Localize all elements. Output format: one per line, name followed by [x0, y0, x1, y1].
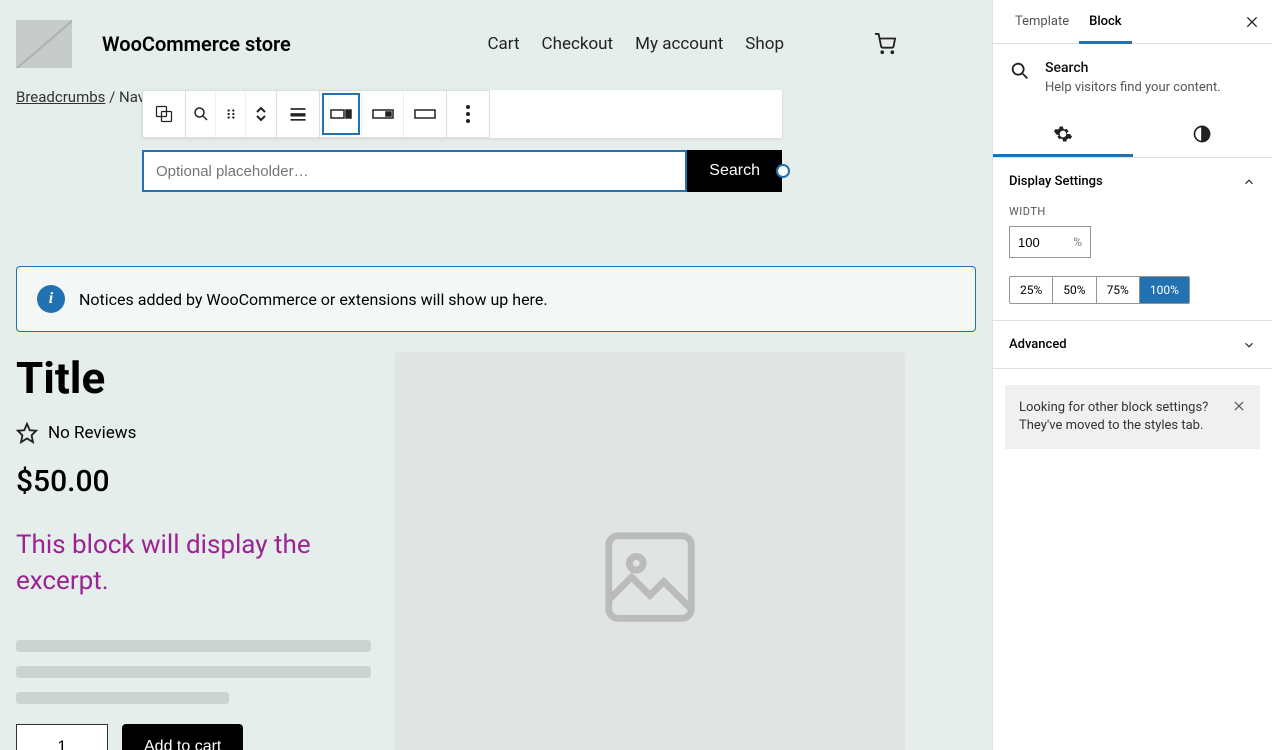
settings-sidebar: Template Block Search Help visitors find…: [992, 0, 1272, 750]
button-outside-option[interactable]: [320, 91, 362, 137]
close-icon[interactable]: [1232, 399, 1246, 413]
nav-account[interactable]: My account: [635, 34, 723, 54]
skeleton-line: [16, 692, 229, 704]
product-title[interactable]: Title: [16, 352, 371, 404]
product-excerpt[interactable]: This block will display the excerpt.: [16, 527, 371, 600]
notice-text: Notices added by WooCommerce or extensio…: [79, 290, 548, 309]
move-up-down[interactable]: [246, 91, 276, 137]
info-icon: i: [37, 285, 65, 313]
product-reviews[interactable]: No Reviews: [16, 422, 371, 444]
contrast-icon: [1192, 124, 1212, 144]
preset-25[interactable]: 25%: [1010, 277, 1053, 303]
search-button[interactable]: Search: [687, 150, 782, 192]
tab-block[interactable]: Block: [1079, 0, 1131, 44]
block-type-description: Help visitors find your content.: [1045, 80, 1221, 95]
align-button[interactable]: [277, 91, 319, 137]
nav-shop[interactable]: Shop: [745, 34, 784, 54]
search-icon: [1009, 60, 1031, 82]
button-inside-option[interactable]: [362, 91, 404, 137]
add-to-cart-button[interactable]: Add to cart: [122, 724, 243, 750]
cart-icon[interactable]: [874, 33, 896, 55]
resize-handle[interactable]: [776, 164, 790, 178]
search-input[interactable]: [142, 150, 687, 192]
preset-50[interactable]: 50%: [1053, 277, 1096, 303]
block-toolbar: [142, 90, 782, 138]
block-type-name: Search: [1045, 60, 1221, 76]
more-options-button[interactable]: [447, 91, 489, 137]
site-logo-placeholder[interactable]: [16, 20, 72, 68]
parent-block-button[interactable]: [143, 91, 185, 137]
star-icon: [16, 422, 38, 444]
width-presets: 25% 50% 75% 100%: [1009, 276, 1190, 304]
width-unit: %: [1073, 235, 1082, 249]
styles-tab[interactable]: [1133, 111, 1272, 157]
advanced-panel[interactable]: Advanced: [993, 321, 1272, 368]
product-image-placeholder[interactable]: [395, 352, 905, 750]
settings-tab[interactable]: [993, 111, 1133, 157]
store-name[interactable]: WooCommerce store: [102, 32, 291, 56]
nav-checkout[interactable]: Checkout: [542, 34, 614, 54]
nav-cart[interactable]: Cart: [487, 34, 519, 54]
drag-handle-icon[interactable]: [216, 91, 246, 137]
woocommerce-notice: i Notices added by WooCommerce or extens…: [16, 266, 976, 332]
tab-template[interactable]: Template: [1005, 0, 1079, 44]
close-icon[interactable]: [1244, 14, 1260, 30]
gear-icon: [1053, 124, 1073, 144]
width-label: WIDTH: [1009, 205, 1256, 218]
preset-100[interactable]: 100%: [1140, 277, 1189, 303]
preset-75[interactable]: 75%: [1097, 277, 1140, 303]
skeleton-line: [16, 666, 371, 678]
width-input[interactable]: [1018, 235, 1058, 250]
breadcrumb-link[interactable]: Breadcrumbs: [16, 88, 105, 106]
chevron-down-icon: [1242, 338, 1256, 352]
primary-nav: Cart Checkout My account Shop: [487, 34, 784, 54]
skeleton-line: [16, 640, 371, 652]
search-block: Search: [142, 150, 782, 192]
display-settings-panel[interactable]: Display Settings: [993, 158, 1272, 205]
quantity-input[interactable]: [16, 724, 108, 750]
search-block-icon[interactable]: [186, 91, 216, 137]
styles-tip: Looking for other block settings? They'v…: [1005, 385, 1260, 449]
product-price[interactable]: $50.00: [16, 464, 371, 499]
chevron-up-icon: [1242, 175, 1256, 189]
no-button-option[interactable]: [404, 91, 446, 137]
